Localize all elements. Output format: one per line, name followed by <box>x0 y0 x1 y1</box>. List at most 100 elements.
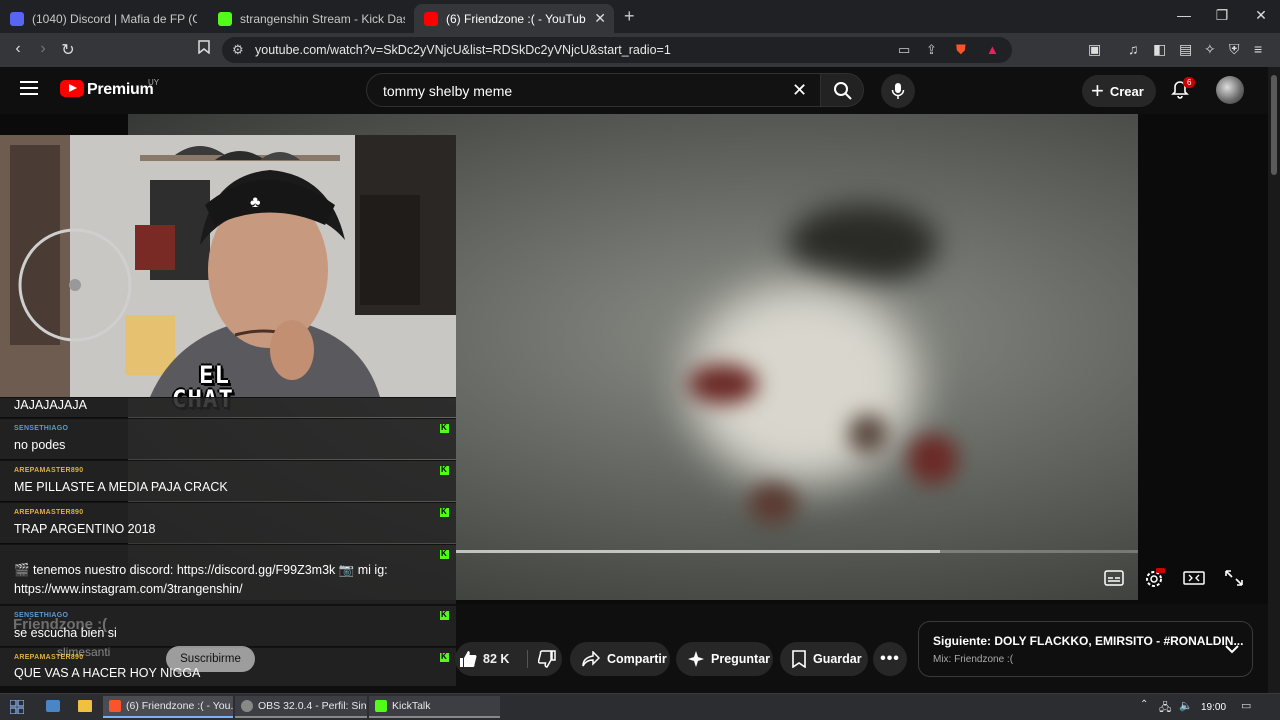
music-icon[interactable]: ♫ <box>1128 41 1139 57</box>
kick-badge-icon <box>440 549 449 559</box>
save-label: Guardar <box>813 652 862 666</box>
brave-rewards-icon[interactable]: ▲ <box>986 42 999 57</box>
discord-icon <box>10 11 24 26</box>
hamburger-menu-icon[interactable] <box>20 81 38 95</box>
notification-count-badge: 6 <box>1183 77 1196 88</box>
country-code: UY <box>148 78 160 87</box>
chevron-down-icon[interactable] <box>1225 644 1239 654</box>
voice-search-button[interactable] <box>881 74 915 108</box>
subscribe-button[interactable]: Suscribirme <box>166 646 255 672</box>
settings-gear-icon[interactable] <box>1143 568 1165 588</box>
back-icon[interactable]: ‹ <box>8 40 28 58</box>
like-button[interactable]: 82 K <box>455 642 527 676</box>
theater-mode-icon[interactable] <box>1183 568 1205 588</box>
reload-icon[interactable]: ↻ <box>58 40 78 60</box>
streamer-webcam-overlay: ♣ <box>0 135 456 397</box>
chat-message: 🎬 tenemos nuestro discord: https://disco… <box>0 544 456 604</box>
chat-username: AREPAMASTER890 <box>14 509 84 516</box>
sidebar-icon[interactable]: ◧ <box>1153 41 1166 58</box>
thumbs-down-icon <box>538 650 556 668</box>
close-window-icon[interactable]: ✕ <box>1251 7 1271 24</box>
kick-badge-icon <box>440 423 449 433</box>
leo-ai-icon[interactable]: ✧ <box>1204 41 1216 58</box>
taskbar-item-kicktalk[interactable]: KickTalk <box>369 696 500 718</box>
tray-overflow-icon[interactable]: ⌃ <box>1140 699 1148 710</box>
tab-title: strangenshin Stream - Kick Dashboar <box>240 11 405 26</box>
kick-badge-icon <box>440 507 449 517</box>
dislike-button[interactable] <box>528 642 562 676</box>
share-icon[interactable]: ⇪ <box>926 42 937 58</box>
volume-icon[interactable]: 🔈 <box>1179 699 1193 712</box>
up-next-card[interactable]: Siguiente: DOLY FLACKKO, EMIRSITO - #RON… <box>918 621 1253 677</box>
microphone-icon <box>891 83 905 99</box>
chat-username: AREPAMASTER890 <box>14 467 84 474</box>
vpn-icon[interactable]: ⛨ <box>1229 41 1240 58</box>
cast-icon[interactable]: ▭ <box>898 42 910 58</box>
save-button[interactable]: Guardar <box>780 642 868 676</box>
create-button[interactable]: + Crear <box>1082 75 1156 107</box>
minimize-icon[interactable]: — <box>1174 7 1194 23</box>
search-button[interactable] <box>820 73 864 107</box>
taskbar-item-label: OBS 32.0.4 - Perfil: Sin... <box>258 700 367 712</box>
network-icon[interactable]: 🖧 <box>1159 699 1171 718</box>
svg-text:♣: ♣ <box>250 194 261 211</box>
chat-message-text: TRAP ARGENTINO 2018 <box>14 522 156 536</box>
up-next-playlist: Mix: Friendzone :( <box>933 654 1014 665</box>
kick-badge-icon <box>440 610 449 620</box>
clear-search-icon[interactable]: ✕ <box>792 80 807 101</box>
more-actions-button[interactable]: ••• <box>873 642 907 676</box>
account-avatar[interactable] <box>1216 76 1244 104</box>
progress-bar[interactable] <box>456 550 1138 553</box>
site-settings-icon[interactable]: ⚙ <box>232 42 244 58</box>
system-clock[interactable]: 19:00 <box>1201 702 1226 713</box>
kick-icon <box>218 11 232 26</box>
chat-username: SENSETHIAGO <box>14 425 69 432</box>
channel-name[interactable]: slimesanti <box>57 645 110 659</box>
url-text: youtube.com/watch?v=SkDc2yVNjcU&list=RDS… <box>255 43 671 57</box>
ask-button[interactable]: Preguntar <box>676 642 773 676</box>
file-explorer-icon[interactable] <box>78 700 92 712</box>
more-icon: ••• <box>880 650 900 667</box>
taskbar-item-browser[interactable]: (6) Friendzone :( - You... <box>103 696 233 718</box>
search-input[interactable]: tommy shelby meme <box>383 83 512 99</box>
taskbar-item-obs[interactable]: OBS 32.0.4 - Perfil: Sin... <box>235 696 367 718</box>
youtube-logo-icon[interactable] <box>60 80 84 97</box>
page-scrollbar[interactable] <box>1268 67 1280 693</box>
menu-icon[interactable]: ≡ <box>1254 41 1262 57</box>
notification-center-icon[interactable]: ▭ <box>1241 699 1251 712</box>
search-box[interactable]: tommy shelby meme <box>366 73 821 107</box>
address-bar[interactable]: ⚙ youtube.com/watch?v=SkDc2yVNjcU&list=R… <box>222 37 1012 63</box>
browser-tab-strip: (1040) Discord | Mafia de FP (Clan lji s… <box>0 0 1280 33</box>
chat-message: JAJAJAJAJA <box>0 397 456 417</box>
brave-shields-icon[interactable]: ⛊ <box>956 42 966 58</box>
maximize-icon[interactable]: ❐ <box>1212 7 1232 24</box>
new-tab-button[interactable]: + <box>624 6 635 27</box>
chat-message-text: no podes <box>14 438 66 452</box>
bookmark-icon[interactable] <box>194 40 214 59</box>
wallet-icon[interactable]: ▤ <box>1179 41 1192 58</box>
reader-icon[interactable]: ▣ <box>1088 41 1101 58</box>
chat-message: AREPAMASTER890 ME PILLASTE A MEDIA PAJA … <box>0 460 456 501</box>
share-button[interactable]: Compartir <box>570 642 670 676</box>
task-view-icon[interactable] <box>46 700 60 712</box>
forward-icon[interactable]: › <box>33 40 53 58</box>
start-menu-icon[interactable] <box>10 700 24 714</box>
chat-message: AREPAMASTER890 TRAP ARGENTINO 2018 <box>0 502 456 543</box>
stream-chat-overlay: JAJAJAJAJA SENSETHIAGO no podes AREPAMAS… <box>0 397 456 686</box>
browser-toolbar: ‹ › ↻ ⚙ youtube.com/watch?v=SkDc2yVNjcU&… <box>0 33 1280 67</box>
browser-tab-discord[interactable]: (1040) Discord | Mafia de FP (Clan lji <box>0 4 205 33</box>
subtitles-icon[interactable] <box>1103 568 1125 588</box>
scrollbar-thumb[interactable] <box>1271 75 1277 175</box>
browser-tab-kick[interactable]: strangenshin Stream - Kick Dashboar <box>208 4 413 33</box>
up-next-title: Siguiente: DOLY FLACKKO, EMIRSITO - #RON… <box>933 634 1244 648</box>
windows-taskbar: (6) Friendzone :( - You... OBS 32.0.4 - … <box>0 693 1280 720</box>
bookmark-save-icon <box>792 650 806 668</box>
youtube-premium-logo[interactable]: Premium <box>87 81 154 99</box>
like-dislike-group: 82 K <box>455 642 562 676</box>
browser-tab-youtube[interactable]: (6) Friendzone :( - YouTube ✕ <box>414 4 614 33</box>
fullscreen-icon[interactable] <box>1223 568 1245 588</box>
like-count: 82 K <box>483 652 510 666</box>
close-tab-icon[interactable]: ✕ <box>594 10 606 27</box>
ask-label: Preguntar <box>711 652 771 666</box>
kick-badge-icon <box>440 652 449 662</box>
